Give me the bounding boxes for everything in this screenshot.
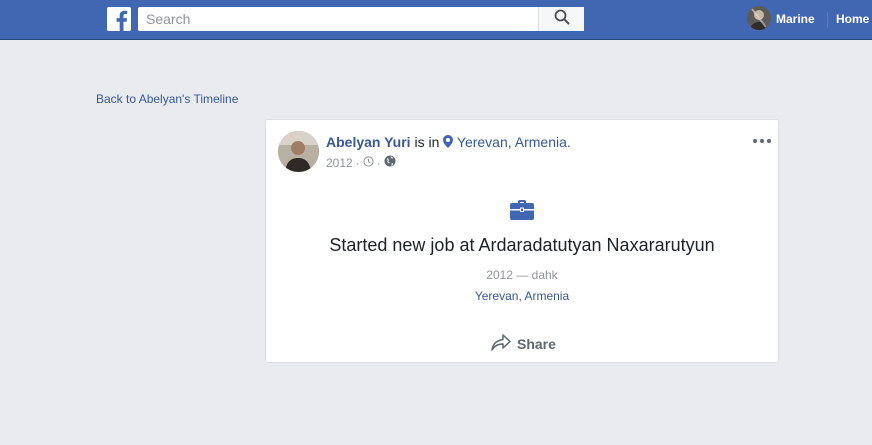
map-pin-icon [443,134,457,150]
life-event-headline: Started new job at Ardaradatutyan Naxara… [329,235,715,255]
nav-home-link[interactable]: Home [836,12,869,26]
author-avatar[interactable] [278,131,319,172]
share-label: Share [517,336,556,352]
more-options-icon [753,130,771,148]
search-button[interactable] [538,7,584,31]
life-event-post-card: Abelyan Yuri is in Yerevan, Armenia. 201… [265,119,779,363]
search-icon [554,9,570,30]
share-arrow-icon [491,333,511,355]
nav-user-name[interactable]: Marine [776,12,815,26]
is-in-text: is in [414,134,440,150]
life-event-period: 2012 — dahk [486,268,558,282]
more-options-button[interactable] [752,132,772,146]
meta-separator: · [376,155,381,170]
search-bar [138,7,584,31]
briefcase-icon [510,199,534,226]
life-event-location-link[interactable]: Yerevan, Armenia [266,289,778,303]
top-navigation-bar: Marine Home [0,0,872,40]
globe-icon[interactable] [384,155,396,170]
post-header: Abelyan Yuri is in Yerevan, Armenia. [326,134,571,150]
author-name-link[interactable]: Abelyan Yuri [326,134,411,150]
location-link[interactable]: Yerevan, Armenia. [457,134,571,150]
facebook-logo-icon[interactable] [107,7,131,31]
search-input[interactable] [138,7,538,31]
clock-icon [363,155,374,170]
share-button[interactable]: Share [491,333,556,355]
back-to-timeline-link[interactable]: Back to Abelyan's Timeline [96,92,238,106]
meta-separator: · [355,155,360,170]
post-meta: 2012 · · [326,155,396,170]
post-date[interactable]: 2012 [326,156,353,170]
nav-divider [827,12,828,28]
user-avatar[interactable] [747,6,771,30]
